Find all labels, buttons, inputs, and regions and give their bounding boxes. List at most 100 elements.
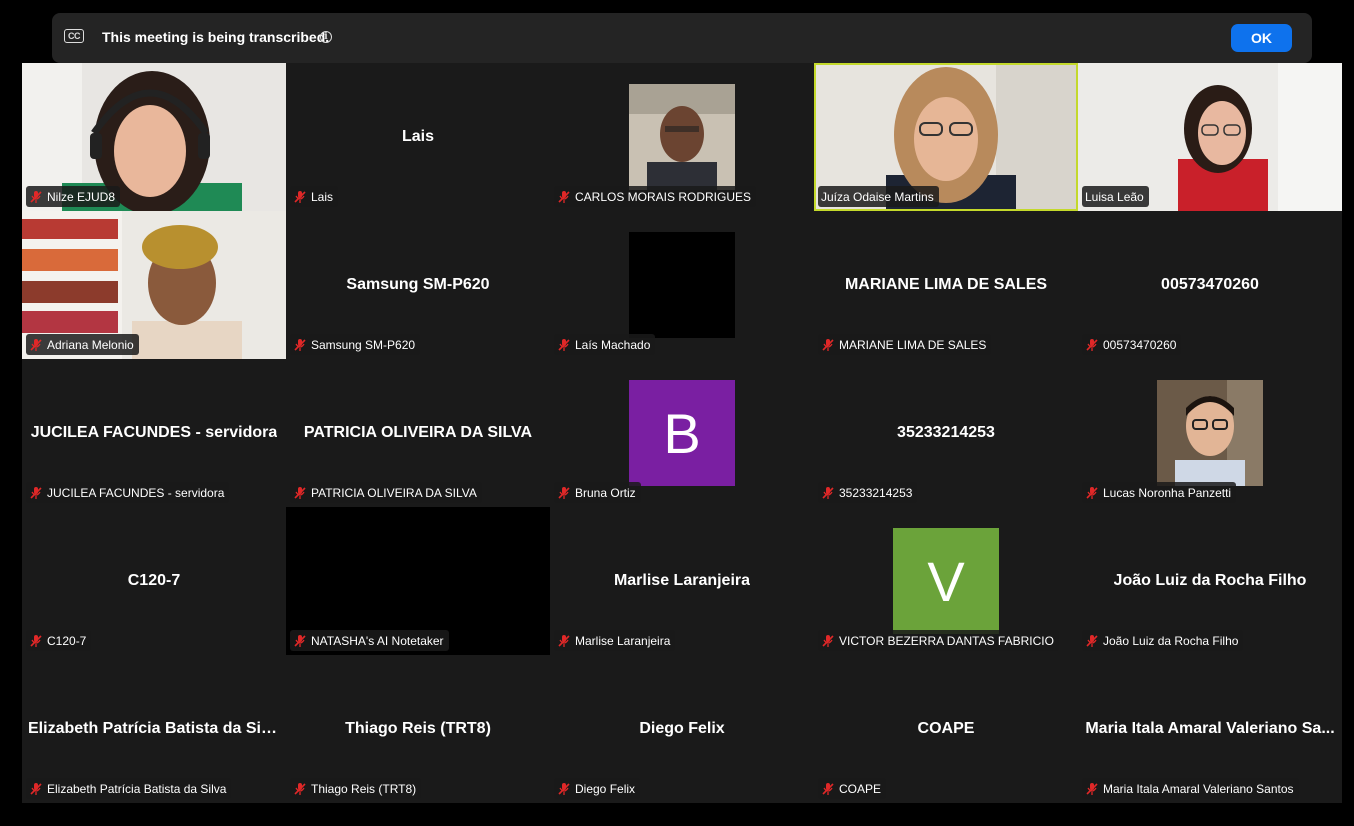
participant-label: Elizabeth Patrícia Batista da Silva [26, 778, 232, 799]
participant-tile-patricia[interactable]: PATRICIA OLIVEIRA DA SILVA PATRICIA OLIV… [286, 359, 550, 507]
participant-tile-00573470260[interactable]: 00573470260 00573470260 [1078, 211, 1342, 359]
muted-mic-icon [294, 634, 306, 647]
participant-name: Elizabeth Patrícia Batista da Silva [47, 781, 227, 796]
muted-mic-icon [558, 486, 570, 499]
avatar-initial: B [629, 380, 735, 486]
participant-tile-joao[interactable]: João Luiz da Rocha Filho João Luiz da Ro… [1078, 507, 1342, 655]
participant-name: PATRICIA OLIVEIRA DA SILVA [311, 485, 477, 500]
participant-tile-coape[interactable]: COAPE COAPE [814, 655, 1078, 803]
participant-gallery: Nilze EJUD8 Lais Lais CARLOS MORAIS RODR… [22, 63, 1342, 803]
participant-label: NATASHA's AI Notetaker [290, 630, 449, 651]
participant-name: Diego Felix [575, 781, 636, 796]
participant-label: CARLOS MORAIS RODRIGUES [554, 186, 757, 207]
participant-tile-mariane[interactable]: MARIANE LIMA DE SALES MARIANE LIMA DE SA… [814, 211, 1078, 359]
participant-label: 35233214253 [818, 482, 918, 503]
video-feed [629, 232, 735, 338]
video-feed [629, 84, 735, 190]
participant-label: 00573470260 [1082, 334, 1182, 355]
participant-name: Lais [311, 189, 334, 204]
participant-label: Samsung SM-P620 [290, 334, 421, 355]
participant-tile-lais[interactable]: Lais Lais [286, 63, 550, 211]
participant-tile-natasha-notetaker[interactable]: NATASHA's AI Notetaker [286, 507, 550, 655]
participant-label: VICTOR BEZERRA DANTAS FABRICIO [818, 630, 1059, 651]
participant-label: João Luiz da Rocha Filho [1082, 630, 1244, 651]
participant-tile-adriana[interactable]: Adriana Melonio [22, 211, 286, 359]
participant-name: João Luiz da Rocha Filho [1103, 633, 1239, 648]
participant-name: Nilze EJUD8 [47, 189, 116, 204]
participant-label: Laís Machado [554, 334, 656, 355]
participant-tile-lais-machado[interactable]: Laís Machado [550, 211, 814, 359]
participant-name: NATASHA's AI Notetaker [311, 633, 444, 648]
participant-tile-victor[interactable]: V VICTOR BEZERRA DANTAS FABRICIO [814, 507, 1078, 655]
participant-tile-lucas[interactable]: Lucas Noronha Panzetti [1078, 359, 1342, 507]
participant-label: Lucas Noronha Panzetti [1082, 482, 1237, 503]
ok-button[interactable]: OK [1231, 24, 1292, 52]
participant-tile-luisa[interactable]: Luisa Leão [1078, 63, 1342, 211]
participant-name: Luisa Leão [1085, 189, 1144, 204]
muted-mic-icon [558, 338, 570, 351]
participant-label: Adriana Melonio [26, 334, 139, 355]
participant-name: Thiago Reis (TRT8) [311, 781, 417, 796]
participant-name: Bruna Ortiz [575, 485, 636, 500]
participant-label: Maria Itala Amaral Valeriano Santos [1082, 778, 1299, 799]
participant-name: Juíza Odaise Martins [821, 189, 934, 204]
participant-tile-carlos[interactable]: CARLOS MORAIS RODRIGUES [550, 63, 814, 211]
transcription-banner: CC This meeting is being transcribed. i … [52, 13, 1312, 63]
muted-mic-icon [1086, 486, 1098, 499]
participant-tile-samsung[interactable]: Samsung SM-P620 Samsung SM-P620 [286, 211, 550, 359]
participant-tile-diego[interactable]: Diego Felix Diego Felix [550, 655, 814, 803]
participant-tile-nilze[interactable]: Nilze EJUD8 [22, 63, 286, 211]
muted-mic-icon [294, 782, 306, 795]
muted-mic-icon [822, 486, 834, 499]
muted-mic-icon [30, 486, 42, 499]
participant-label: Nilze EJUD8 [26, 186, 121, 207]
closed-caption-icon: CC [64, 29, 84, 43]
participant-label: Diego Felix [554, 778, 641, 799]
muted-mic-icon [30, 782, 42, 795]
participant-label: Luisa Leão [1082, 186, 1149, 207]
participant-name: 35233214253 [839, 485, 913, 500]
transcription-notice: This meeting is being transcribed. [102, 29, 330, 45]
participant-label: Juíza Odaise Martins [818, 186, 939, 207]
info-icon[interactable]: i [320, 31, 332, 43]
muted-mic-icon [30, 634, 42, 647]
participant-label: Thiago Reis (TRT8) [290, 778, 422, 799]
participant-tile-35233214253[interactable]: 35233214253 35233214253 [814, 359, 1078, 507]
participant-name: Marlise Laranjeira [575, 633, 671, 648]
participant-label: Marlise Laranjeira [554, 630, 676, 651]
muted-mic-icon [558, 782, 570, 795]
participant-label: COAPE [818, 778, 887, 799]
muted-mic-icon [558, 634, 570, 647]
participant-tile-c120-7[interactable]: C120-7 C120-7 [22, 507, 286, 655]
participant-name: VICTOR BEZERRA DANTAS FABRICIO [839, 633, 1054, 648]
participant-label: JUCILEA FACUNDES - servidora [26, 482, 230, 503]
participant-tile-maria-itala[interactable]: Maria Itala Amaral Valeriano Sa... Maria… [1078, 655, 1342, 803]
participant-name: Adriana Melonio [47, 337, 134, 352]
participant-name: JUCILEA FACUNDES - servidora [47, 485, 225, 500]
participant-name: Samsung SM-P620 [311, 337, 416, 352]
muted-mic-icon [294, 338, 306, 351]
muted-mic-icon [1086, 634, 1098, 647]
participant-label: PATRICIA OLIVEIRA DA SILVA [290, 482, 482, 503]
participant-name: C120-7 [47, 633, 87, 648]
muted-mic-icon [30, 190, 42, 203]
muted-mic-icon [1086, 782, 1098, 795]
muted-mic-icon [294, 190, 306, 203]
participant-tile-thiago[interactable]: Thiago Reis (TRT8) Thiago Reis (TRT8) [286, 655, 550, 803]
participant-tile-jucilea[interactable]: JUCILEA FACUNDES - servidora JUCILEA FAC… [22, 359, 286, 507]
participant-tile-elizabeth[interactable]: Elizabeth Patrícia Batista da Silva Eliz… [22, 655, 286, 803]
participant-name: Laís Machado [575, 337, 651, 352]
participant-tile-bruna[interactable]: B Bruna Ortiz [550, 359, 814, 507]
video-feed [1157, 380, 1263, 486]
participant-name: CARLOS MORAIS RODRIGUES [575, 189, 752, 204]
participant-name: Lucas Noronha Panzetti [1103, 485, 1232, 500]
participant-tile-odaise-active-speaker[interactable]: Juíza Odaise Martins [814, 63, 1078, 211]
participant-tile-marlise[interactable]: Marlise Laranjeira Marlise Laranjeira [550, 507, 814, 655]
participant-name: Maria Itala Amaral Valeriano Santos [1103, 781, 1294, 796]
muted-mic-icon [30, 338, 42, 351]
participant-label: C120-7 [26, 630, 92, 651]
participant-name: 00573470260 [1103, 337, 1177, 352]
muted-mic-icon [1086, 338, 1098, 351]
participant-name: MARIANE LIMA DE SALES [839, 337, 987, 352]
muted-mic-icon [294, 486, 306, 499]
